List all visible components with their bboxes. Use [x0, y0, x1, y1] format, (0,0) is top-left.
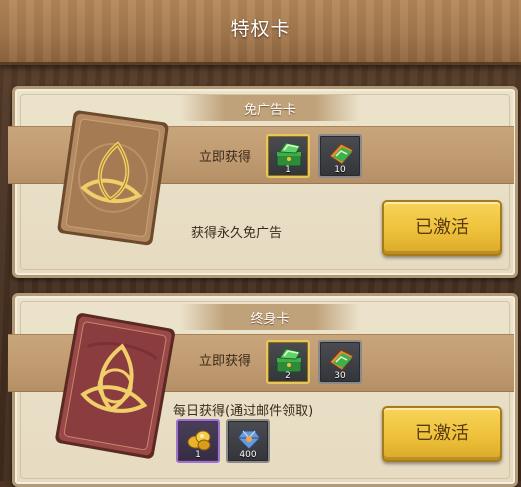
reward-slot[interactable]: 10: [318, 134, 362, 178]
reward-count: 1: [285, 165, 291, 175]
blue-gem-icon: [237, 430, 261, 450]
page-title: 特权卡: [230, 18, 291, 40]
panel-title-bar: 免广告卡: [180, 95, 360, 121]
brown-knot-card-icon: [57, 110, 169, 246]
lifetime-card-title: 终身卡: [250, 312, 290, 327]
gold-coin-pile-icon: [187, 430, 211, 451]
activated-button[interactable]: 已激活: [382, 406, 502, 462]
reward-slot[interactable]: 1: [176, 419, 220, 463]
reward-count: 2: [285, 371, 291, 381]
ad-free-description: 获得永久免广告: [191, 226, 283, 241]
reward-slot[interactable]: 2: [266, 340, 310, 384]
instant-reward-label: 立即获得: [199, 150, 252, 165]
reward-slot[interactable]: 30: [318, 340, 362, 384]
green-ticket-icon: [329, 349, 354, 371]
green-ticket-icon: [329, 143, 354, 165]
header-bar: 特权卡: [0, 0, 521, 65]
daily-reward-label: 每日获得(通过邮件领取): [173, 404, 314, 419]
ad-free-card-title: 免广告卡: [243, 103, 296, 118]
reward-count: 1: [195, 450, 201, 460]
reward-count: 10: [334, 165, 346, 175]
reward-slot[interactable]: 400: [226, 419, 270, 463]
panel-title-bar: 终身卡: [180, 304, 360, 330]
green-ticket-chest-icon: [276, 142, 302, 167]
reward-count: 400: [239, 450, 257, 460]
reward-slot[interactable]: 1: [266, 134, 310, 178]
reward-count: 30: [334, 371, 346, 381]
green-ticket-chest-icon: [276, 348, 302, 373]
activated-button[interactable]: 已激活: [382, 200, 502, 256]
instant-reward-label: 立即获得: [199, 354, 252, 369]
crimson-knot-card-icon: [55, 313, 175, 459]
